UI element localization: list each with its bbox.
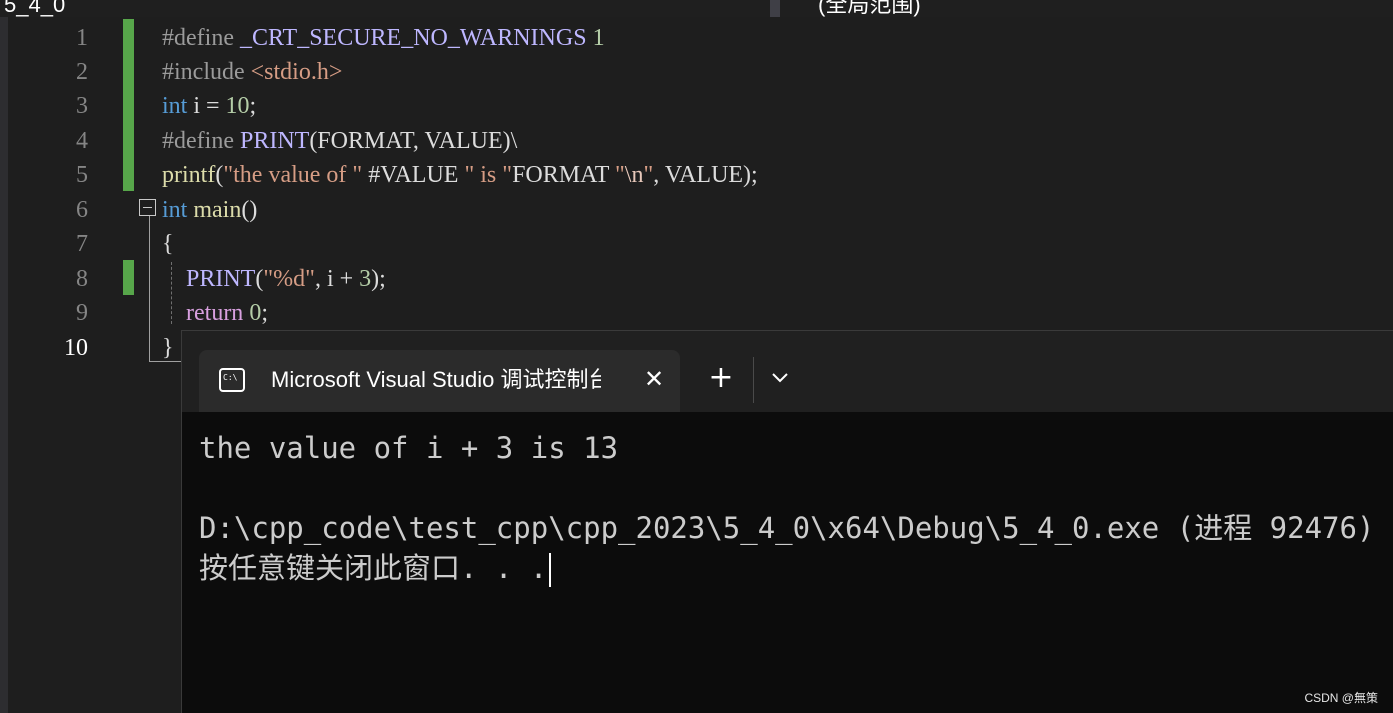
collapse-toggle-icon[interactable]	[139, 199, 156, 216]
code-token: }	[162, 335, 174, 361]
code-token: ;	[249, 93, 257, 119]
code-line[interactable]: printf("the value of " #VALUE " is "FORM…	[162, 158, 758, 192]
code-token: \n	[624, 162, 644, 188]
code-token: "the value of "	[223, 162, 363, 188]
code-token: " is "	[464, 162, 513, 188]
outline-guide-line	[149, 216, 150, 362]
code-token: #define	[162, 128, 240, 154]
code-token: "	[615, 162, 625, 188]
code-line[interactable]: {	[162, 227, 174, 261]
line-number-gutter: 1 2 3 4 5 6 7 8 9 10	[8, 17, 158, 713]
debug-console-window[interactable]: C:\ Microsoft Visual Studio 调试控制台 ✕ + th…	[181, 330, 1393, 713]
tab-title: Microsoft Visual Studio 调试控制台	[271, 367, 601, 392]
line-number: 2	[76, 59, 88, 85]
code-token: );	[371, 266, 386, 292]
code-token: PRINT	[186, 266, 256, 292]
code-line[interactable]: int main()	[162, 193, 257, 227]
code-token: int	[162, 197, 188, 223]
code-line[interactable]: #define _CRT_SECURE_NO_WARNINGS 1	[162, 21, 605, 55]
code-token: #VALUE	[362, 162, 465, 188]
code-token: ()	[241, 197, 258, 223]
code-token: #define	[162, 25, 240, 51]
code-token: main	[193, 197, 242, 223]
code-token: "%d"	[263, 266, 315, 292]
text-cursor	[549, 553, 552, 587]
close-icon[interactable]: ✕	[641, 362, 667, 396]
code-token: <stdio.h>	[250, 59, 343, 85]
editor-navigation-bar: 5_4_0 (全局范围)	[0, 0, 1393, 17]
code-token: #include	[162, 59, 251, 85]
navbar-separator	[770, 0, 780, 17]
code-token: PRINT	[239, 128, 310, 154]
code-line[interactable]: int i = 10;	[162, 89, 256, 123]
code-line[interactable]: #define PRINT(FORMAT, VALUE)\	[162, 124, 517, 158]
line-number: 7	[76, 231, 88, 257]
line-number: 4	[76, 128, 88, 154]
code-token: int	[162, 93, 188, 119]
line-number: 6	[76, 197, 88, 223]
terminal-icon-glyph: C:\	[223, 373, 238, 382]
code-token: 3	[359, 266, 372, 292]
code-token: _CRT_SECURE_NO_WARNINGS	[239, 25, 587, 51]
line-number: 3	[76, 93, 88, 119]
terminal-tab-strip: C:\ Microsoft Visual Studio 调试控制台 ✕ +	[182, 331, 1393, 412]
code-token: printf	[162, 162, 216, 188]
code-token: 1	[592, 25, 605, 51]
code-token: , VALUE);	[653, 162, 758, 188]
code-token: FORMAT	[512, 162, 615, 188]
code-token: , i +	[314, 266, 360, 292]
console-prompt-text: 按任意键关闭此窗口. . .	[199, 551, 548, 585]
change-indicator-bar	[123, 260, 134, 295]
code-token: 0	[249, 300, 262, 326]
console-output-line: D:\cpp_code\test_cpp\cpp_2023\5_4_0\x64\…	[199, 511, 1375, 545]
console-output-line: the value of i + 3 is 13	[199, 431, 619, 465]
console-output-line: 按任意键关闭此窗口. . .	[199, 548, 1393, 588]
line-number: 1	[76, 25, 88, 51]
code-token: (FORMAT, VALUE)\	[309, 128, 518, 154]
editor-left-margin	[0, 17, 8, 713]
line-number: 9	[76, 300, 88, 326]
project-dropdown[interactable]: 5_4_0	[0, 0, 770, 17]
current-line-number: 10	[64, 335, 88, 361]
chevron-down-icon[interactable]	[765, 363, 795, 393]
scope-dropdown[interactable]: (全局范围)	[780, 0, 1393, 17]
code-token: return	[186, 300, 244, 326]
code-line[interactable]: PRINT("%d", i + 3);	[162, 262, 386, 296]
code-token: "	[643, 162, 654, 188]
code-token: i =	[187, 93, 226, 119]
line-number: 8	[76, 266, 88, 292]
watermark: CSDN @無策	[1304, 691, 1378, 705]
line-number: 5	[76, 162, 88, 188]
change-indicator-bar	[123, 19, 134, 191]
code-line[interactable]: return 0;	[162, 296, 268, 330]
code-line[interactable]: #include <stdio.h>	[162, 55, 342, 89]
code-token: ;	[261, 300, 268, 326]
code-token: 10	[225, 93, 250, 119]
new-tab-button[interactable]: +	[704, 361, 738, 395]
code-line[interactable]: }	[162, 331, 174, 365]
tab-debug-console[interactable]: C:\ Microsoft Visual Studio 调试控制台 ✕	[199, 350, 680, 412]
tab-divider	[753, 357, 754, 403]
code-token: {	[162, 231, 174, 257]
terminal-icon: C:\	[219, 368, 245, 392]
